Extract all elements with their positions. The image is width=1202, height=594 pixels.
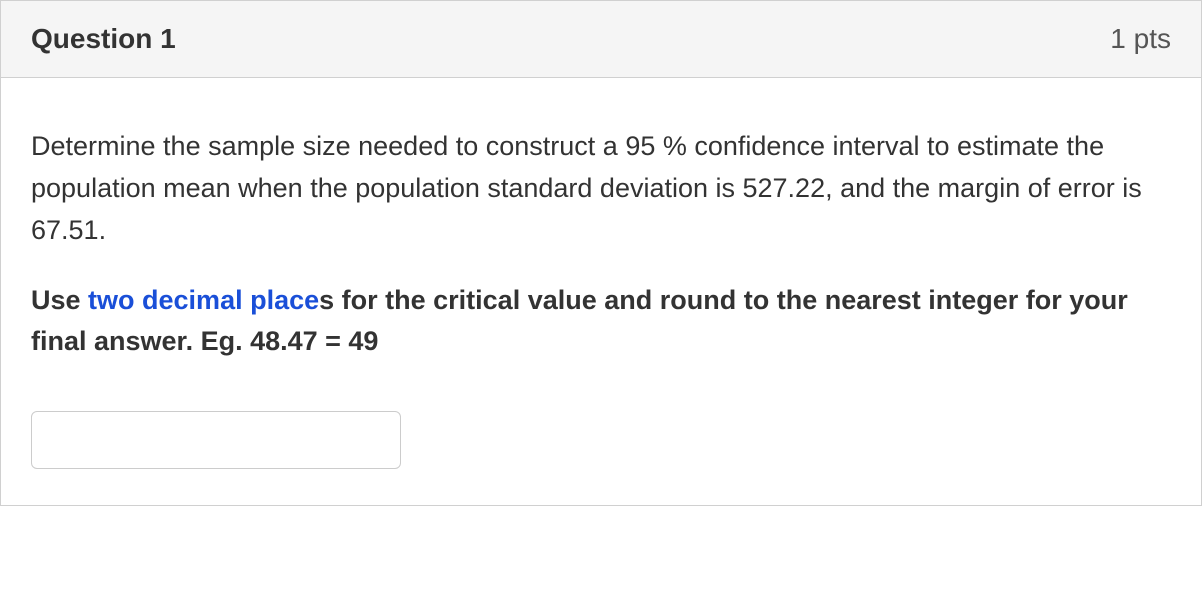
question-problem-text: Determine the sample size needed to cons… xyxy=(31,126,1171,252)
instruction-highlight: two decimal place xyxy=(88,285,319,315)
question-body: Determine the sample size needed to cons… xyxy=(1,78,1201,505)
question-header: Question 1 1 pts xyxy=(1,1,1201,78)
question-points: 1 pts xyxy=(1110,23,1171,55)
question-container: Question 1 1 pts Determine the sample si… xyxy=(0,0,1202,506)
answer-input[interactable] xyxy=(31,411,401,469)
question-instruction: Use two decimal places for the critical … xyxy=(31,280,1171,364)
instruction-prefix: Use xyxy=(31,285,88,315)
question-title: Question 1 xyxy=(31,23,176,55)
